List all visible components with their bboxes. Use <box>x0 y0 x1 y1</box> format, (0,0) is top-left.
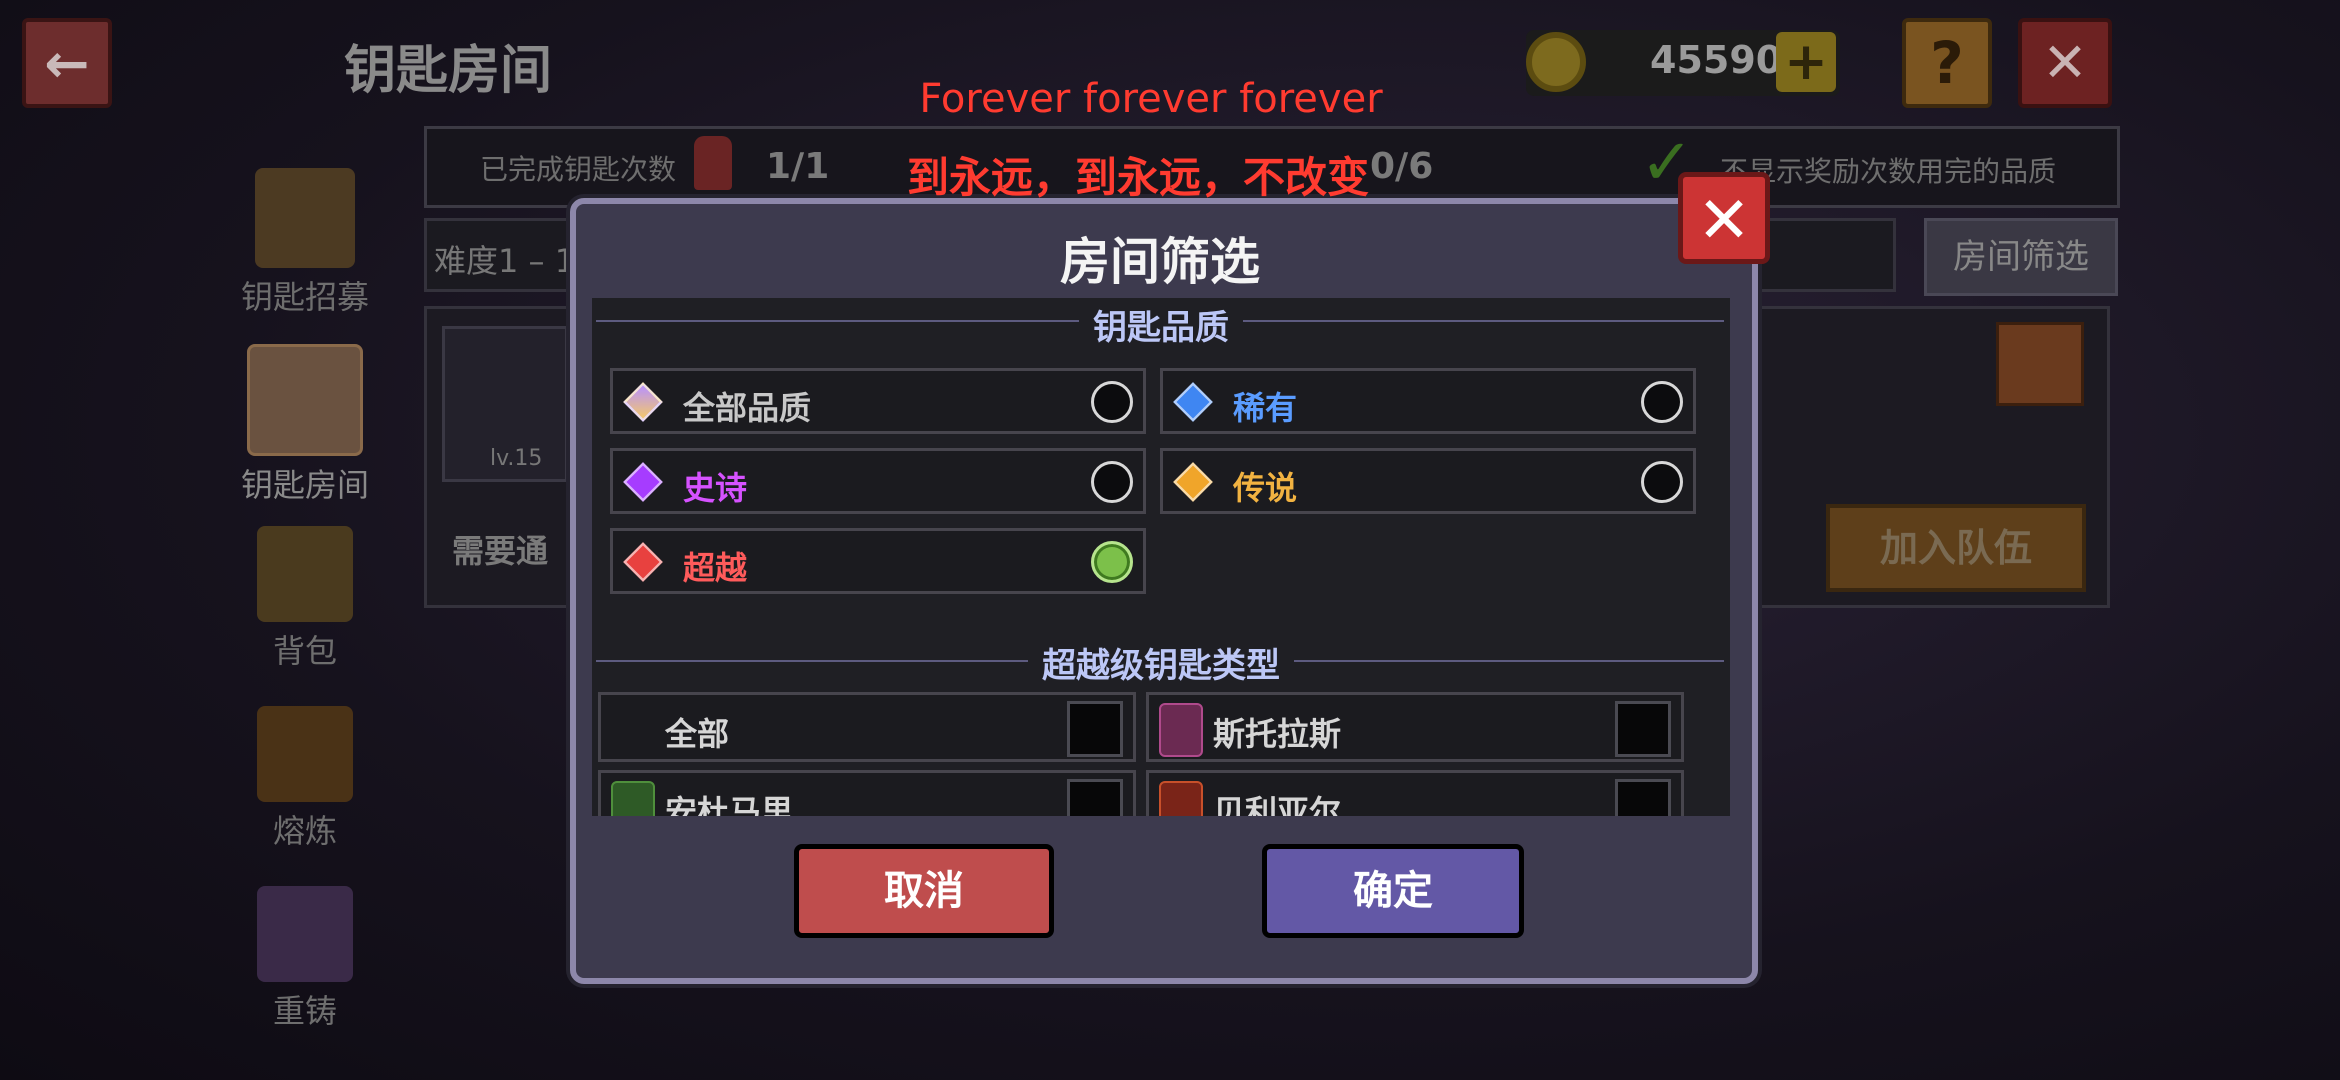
gem-icon <box>623 462 663 502</box>
key-type-checkbox[interactable] <box>1615 701 1671 757</box>
sidebar-item-label: 重铸 <box>272 992 337 1030</box>
quality-radio[interactable] <box>1091 381 1133 423</box>
smelt-icon <box>257 706 353 802</box>
gem-icon <box>1173 382 1213 422</box>
sidebar-item-label: 背包 <box>272 632 337 670</box>
sidebar-item-key-room[interactable]: 钥匙房间 <box>230 344 380 506</box>
chest-icon <box>1996 322 2084 406</box>
subtitle-text-1: Forever forever forever <box>919 76 1383 122</box>
backpack-icon <box>257 526 353 622</box>
gem-icon <box>623 542 663 582</box>
key-type-section-title: 超越级钥匙类型 <box>1028 646 1294 686</box>
key-type-checkbox[interactable] <box>1067 701 1123 757</box>
quality-radio[interactable] <box>1091 461 1133 503</box>
quality-option-rare[interactable]: 稀有 <box>1160 368 1696 434</box>
key-room-icon <box>247 344 363 456</box>
gem-icon <box>623 382 663 422</box>
sidebar-item-reforge[interactable]: 重铸 <box>230 886 380 1032</box>
key-type-andromalius[interactable]: 安杜马里 <box>598 770 1136 816</box>
quality-section-title: 钥匙品质 <box>1079 308 1243 348</box>
quality-option-legendary[interactable]: 传说 <box>1160 448 1696 514</box>
key-type-label: 贝利亚尔 <box>1213 793 1342 816</box>
quality-option-all[interactable]: 全部品质 <box>610 368 1146 434</box>
room-requirement-text: 需要通 <box>452 532 549 570</box>
stolas-key-icon <box>1159 703 1203 757</box>
key-type-checkbox[interactable] <box>1067 779 1123 816</box>
belial-key-icon <box>1159 781 1203 816</box>
dialog-title: 房间筛选 <box>1060 233 1260 291</box>
subtitle-line-1: Forever forever forever <box>0 76 2340 122</box>
quality-option-epic[interactable]: 史诗 <box>610 448 1146 514</box>
quality-radio[interactable] <box>1641 461 1683 503</box>
quality-label: 超越 <box>683 549 748 587</box>
key-type-belial[interactable]: 贝利亚尔 <box>1146 770 1684 816</box>
confirm-button[interactable]: 确定 <box>1262 844 1524 938</box>
key-type-label: 斯托拉斯 <box>1213 715 1342 753</box>
quality-radio[interactable] <box>1641 381 1683 423</box>
join-team-button[interactable]: 加入队伍 <box>1826 504 2086 592</box>
quality-radio-selected[interactable] <box>1091 541 1133 583</box>
reforge-icon <box>257 886 353 982</box>
room-level: lv.15 <box>490 446 543 471</box>
cancel-button[interactable]: 取消 <box>794 844 1054 938</box>
subtitle-line-2: 到永远，到永远，不改变 <box>0 144 2340 205</box>
filter-scroll-area[interactable]: 钥匙品质 全部品质 稀有 史诗 传说 超越 超越级钥匙类型 全部 斯托拉斯 安杜… <box>592 298 1730 816</box>
gem-icon <box>1173 462 1213 502</box>
quality-label: 传说 <box>1233 469 1298 507</box>
quality-label: 稀有 <box>1233 389 1298 427</box>
sidebar-item-smelt[interactable]: 熔炼 <box>230 706 380 852</box>
key-type-all[interactable]: 全部 <box>598 692 1136 762</box>
subtitle-text-2: 到永远，到永远，不改变 <box>906 153 1369 202</box>
sidebar-item-label: 熔炼 <box>272 812 337 850</box>
key-type-label: 安杜马里 <box>665 793 794 816</box>
key-type-checkbox[interactable] <box>1615 779 1671 816</box>
difficulty-text: 难度1 – 1 <box>434 242 576 280</box>
key-type-stolas[interactable]: 斯托拉斯 <box>1146 692 1684 762</box>
quality-label: 全部品质 <box>683 389 812 427</box>
room-filter-button[interactable]: 房间筛选 <box>1924 218 2118 296</box>
sidebar-item-label: 钥匙招募 <box>240 278 369 316</box>
key-type-label: 全部 <box>665 715 730 753</box>
sidebar-item-label: 钥匙房间 <box>240 466 369 504</box>
quality-label: 史诗 <box>683 469 748 507</box>
sidebar-item-backpack[interactable]: 背包 <box>230 526 380 672</box>
quality-option-transcend[interactable]: 超越 <box>610 528 1146 594</box>
andromalius-key-icon <box>611 781 655 816</box>
